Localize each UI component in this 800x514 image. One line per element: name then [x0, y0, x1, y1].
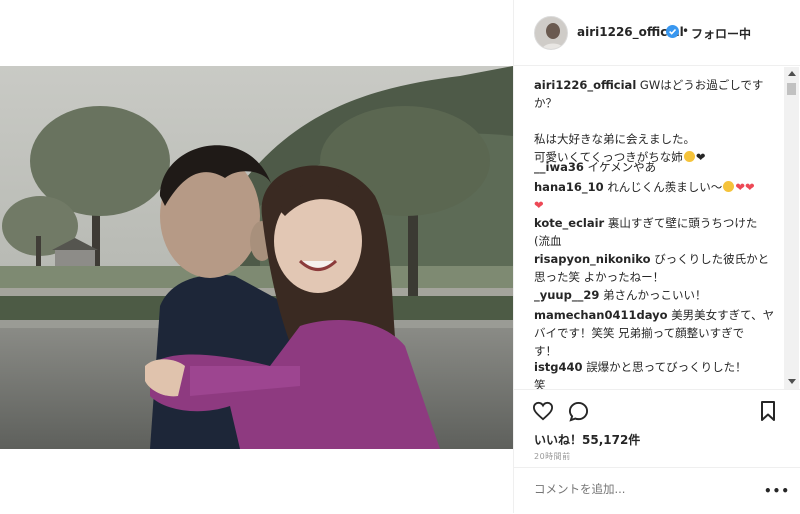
comment-text: 笑: [534, 378, 546, 389]
comment-item: risapyon_nikoniko びっくりした彼氏かと 思った笑 よかったねー…: [534, 250, 780, 286]
post-timestamp: 20時間前: [534, 452, 571, 461]
comment-text: 誤爆かと思ってびっくりした！: [586, 360, 747, 374]
likes-count[interactable]: いいね！55,172件: [534, 431, 640, 448]
comment-item: istg440 誤爆かと思ってびっくりした！ 笑: [534, 358, 780, 389]
more-options-icon[interactable]: •••: [764, 484, 790, 498]
comment-username[interactable]: kote_eclair: [534, 216, 604, 230]
comment-bubble-icon[interactable]: [568, 401, 589, 422]
instagram-post: airi1226_official • フォロー中 airi1226_offic…: [0, 0, 800, 513]
comment-text: 思った笑 よかったねー！: [534, 270, 665, 284]
comment-text: 私は大好きな弟に会えました。: [534, 132, 695, 146]
comment-text: (流血: [534, 234, 562, 248]
comment-item: _yuup__29 弟さんかっこいい！: [534, 286, 780, 304]
scrollbar-thumb[interactable]: [787, 83, 796, 95]
comment-text: イケメンやあ: [587, 160, 657, 174]
comment-text: 裏山すぎて壁に頭うちつけた: [607, 216, 758, 230]
comment-item: mamechan0411dayo 美男美女すぎて、ヤ バイです！笑笑 兄弟揃って…: [534, 306, 780, 360]
comment-username[interactable]: _yuup__29: [534, 288, 599, 302]
comment-text: バイです！笑笑 兄弟揃って顔整いすぎで: [534, 326, 745, 340]
laughing-face-emoji-icon: [723, 181, 735, 192]
comment-username[interactable]: mamechan0411dayo: [534, 308, 668, 322]
comment-text: 弟さんかっこいい！: [603, 288, 707, 302]
bookmark-icon[interactable]: [760, 401, 776, 421]
red-heart-icon: ❤: [744, 180, 755, 194]
verified-badge-icon: [666, 25, 679, 38]
comment-item: kote_eclair 裏山すぎて壁に頭うちつけた (流血: [534, 214, 780, 250]
red-heart-icon: ❤: [534, 198, 544, 212]
add-comment-input[interactable]: [534, 482, 734, 496]
comment-text: す！: [534, 344, 557, 358]
heart-outline-icon[interactable]: [532, 401, 554, 421]
comment-text: びっくりした彼氏かと: [654, 252, 770, 266]
comment-item: hana16_10 れんじくん羨ましい〜 ❤❤ ❤: [534, 178, 780, 214]
avatar-image: [535, 17, 567, 49]
post-sidebar: airi1226_official • フォロー中 airi1226_offic…: [513, 0, 800, 513]
add-comment-bar: •••: [514, 467, 800, 514]
comments-list[interactable]: airi1226_official GWはどうお過ごしです か？ 私は大好きな弟…: [514, 67, 784, 389]
scroll-up-arrow-icon[interactable]: [788, 71, 796, 76]
photo-illustration: [0, 66, 513, 449]
red-heart-icon: ❤: [735, 180, 745, 194]
comments-scrollbar[interactable]: [784, 67, 799, 389]
comment-text: か？: [534, 96, 557, 110]
comment-username[interactable]: __iwa36: [534, 160, 584, 174]
post-photo[interactable]: [0, 66, 513, 449]
comment-item: __iwa36 イケメンやあ: [534, 158, 780, 176]
post-header: airi1226_official • フォロー中: [514, 0, 800, 66]
avatar[interactable]: [534, 16, 568, 50]
following-button[interactable]: フォロー中: [691, 25, 751, 42]
comment-username[interactable]: hana16_10: [534, 180, 604, 194]
comment-text: 美男美女すぎて、ヤ: [671, 308, 775, 322]
caption-comment: airi1226_official GWはどうお過ごしです か？ 私は大好きな弟…: [534, 76, 780, 166]
comment-username[interactable]: risapyon_nikoniko: [534, 252, 651, 266]
comment-username[interactable]: airi1226_official: [534, 78, 636, 92]
comment-username[interactable]: istg440: [534, 360, 583, 374]
comment-text: れんじくん羨ましい〜: [607, 180, 723, 194]
comment-text: GWはどうお過ごしです: [639, 78, 764, 92]
separator-dot: •: [682, 24, 690, 38]
scroll-down-arrow-icon[interactable]: [788, 379, 796, 384]
post-actions: いいね！55,172件 20時間前 •••: [514, 389, 800, 513]
